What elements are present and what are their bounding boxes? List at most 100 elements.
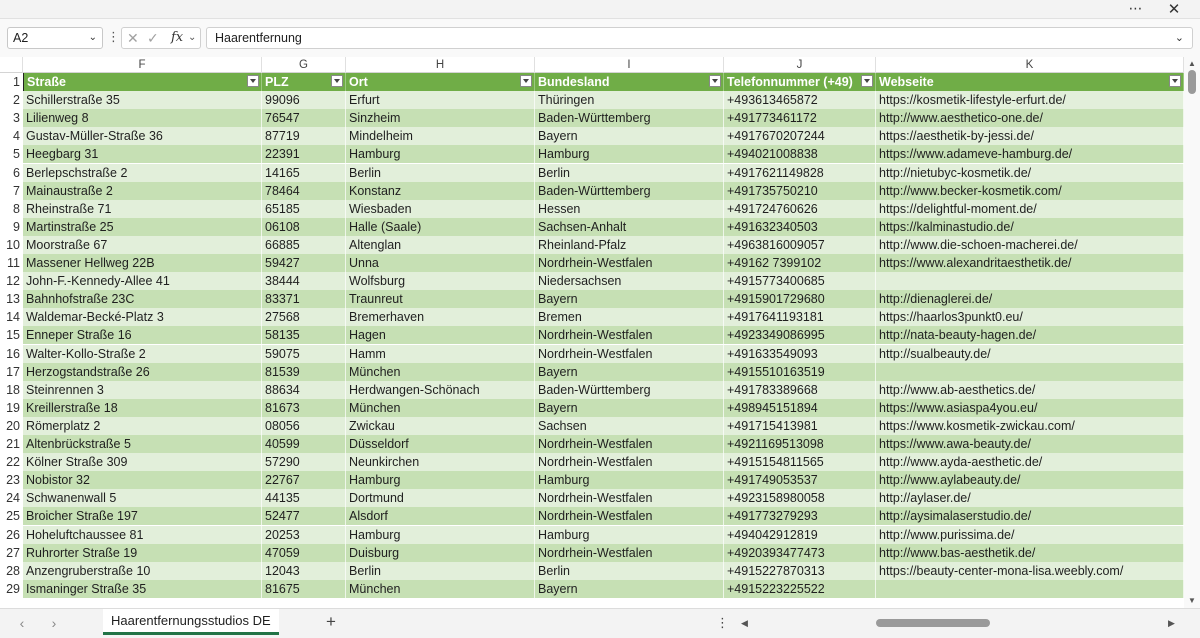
cell-F[interactable]: Anzengruberstraße 10 <box>23 561 262 580</box>
cell-J[interactable]: +491735750210 <box>724 181 876 200</box>
cell-I[interactable]: Nordrhein-Westfalen <box>535 507 724 526</box>
cell-H[interactable]: Hagen <box>346 326 535 345</box>
cell-G[interactable]: 59427 <box>262 254 346 273</box>
cell-K[interactable]: https://www.alexandritaesthetik.de/ <box>876 254 1184 273</box>
row-number[interactable]: 12 <box>0 272 23 291</box>
cell-J[interactable]: +49162 7399102 <box>724 254 876 273</box>
cell-H[interactable]: Halle (Saale) <box>346 217 535 236</box>
cell-H[interactable]: Konstanz <box>346 181 535 200</box>
row-number[interactable]: 1 <box>0 73 23 92</box>
cell-K[interactable]: http://nata-beauty-hagen.de/ <box>876 326 1184 345</box>
row-number[interactable]: 11 <box>0 254 23 273</box>
cell-H[interactable]: Berlin <box>346 561 535 580</box>
cell-K[interactable]: http://www.aesthetico-one.de/ <box>876 109 1184 128</box>
cell-I[interactable]: Rheinland-Pfalz <box>535 235 724 254</box>
cell-F[interactable]: Moorstraße 67 <box>23 235 262 254</box>
cell-F[interactable]: Herzogstandstraße 26 <box>23 362 262 381</box>
cell-I[interactable]: Hamburg <box>535 525 724 544</box>
row-number[interactable]: 14 <box>0 308 23 327</box>
row-number[interactable]: 28 <box>0 561 23 580</box>
row-number[interactable]: 13 <box>0 290 23 309</box>
cell-G[interactable]: 12043 <box>262 561 346 580</box>
cell-K[interactable]: http://www.purissima.de/ <box>876 525 1184 544</box>
header-cell-F[interactable]: Straße <box>23 73 262 92</box>
scroll-down-icon[interactable]: ▼ <box>1187 596 1197 606</box>
cell-G[interactable]: 81539 <box>262 362 346 381</box>
cell-K[interactable] <box>876 579 1184 598</box>
cell-F[interactable]: Steinrennen 3 <box>23 380 262 399</box>
cell-K[interactable]: http://sualbeauty.de/ <box>876 344 1184 363</box>
cell-G[interactable]: 14165 <box>262 163 346 182</box>
row-number[interactable]: 25 <box>0 507 23 526</box>
cell-J[interactable]: +4917621149828 <box>724 163 876 182</box>
cell-H[interactable]: Neunkirchen <box>346 453 535 472</box>
cell-G[interactable]: 81675 <box>262 579 346 598</box>
vertical-dots-icon[interactable]: ⋮ <box>107 28 120 48</box>
cell-J[interactable]: +4915154811565 <box>724 453 876 472</box>
cell-K[interactable]: https://www.adameve-hamburg.de/ <box>876 145 1184 164</box>
scroll-up-icon[interactable]: ▲ <box>1187 59 1197 69</box>
cell-F[interactable]: Lilienweg 8 <box>23 109 262 128</box>
cell-J[interactable]: +4917641193181 <box>724 308 876 327</box>
cell-G[interactable]: 81673 <box>262 398 346 417</box>
cell-J[interactable]: +491773461172 <box>724 109 876 128</box>
cell-G[interactable]: 65185 <box>262 199 346 218</box>
cell-H[interactable]: Hamburg <box>346 145 535 164</box>
column-header-K[interactable]: K <box>876 57 1184 73</box>
cell-I[interactable]: Bayern <box>535 290 724 309</box>
cell-J[interactable]: +4915227870313 <box>724 561 876 580</box>
previous-sheet-icon[interactable]: ‹ <box>14 614 30 632</box>
chevron-down-icon[interactable]: ⌄ <box>89 28 97 48</box>
cell-I[interactable]: Nordrhein-Westfalen <box>535 435 724 454</box>
cell-H[interactable]: München <box>346 398 535 417</box>
scroll-right-icon[interactable]: ▶ <box>1168 617 1178 629</box>
cell-H[interactable]: Altenglan <box>346 235 535 254</box>
cell-I[interactable]: Bayern <box>535 398 724 417</box>
cell-G[interactable]: 87719 <box>262 127 346 146</box>
cell-H[interactable]: Herdwangen-Schönach <box>346 380 535 399</box>
cell-I[interactable]: Baden-Württemberg <box>535 380 724 399</box>
cell-K[interactable]: http://www.ab-aesthetics.de/ <box>876 380 1184 399</box>
cell-K[interactable]: http://www.bas-aesthetik.de/ <box>876 543 1184 562</box>
row-number[interactable]: 22 <box>0 453 23 472</box>
cell-G[interactable]: 47059 <box>262 543 346 562</box>
cell-J[interactable]: +4920393477473 <box>724 543 876 562</box>
add-sheet-button[interactable]: + <box>322 612 340 632</box>
cell-G[interactable]: 52477 <box>262 507 346 526</box>
cell-I[interactable]: Nordrhein-Westfalen <box>535 489 724 508</box>
cell-K[interactable]: https://haarlos3punkt0.eu/ <box>876 308 1184 327</box>
column-header-G[interactable]: G <box>262 57 346 73</box>
cell-F[interactable]: Ruhrorter Straße 19 <box>23 543 262 562</box>
cell-H[interactable]: Wolfsburg <box>346 272 535 291</box>
cell-I[interactable]: Bayern <box>535 127 724 146</box>
cell-J[interactable]: +491633549093 <box>724 344 876 363</box>
select-all-corner[interactable] <box>0 57 23 73</box>
cell-I[interactable]: Bremen <box>535 308 724 327</box>
cell-F[interactable]: Walter-Kollo-Straße 2 <box>23 344 262 363</box>
cell-I[interactable]: Sachsen <box>535 416 724 435</box>
cell-J[interactable]: +4915901729680 <box>724 290 876 309</box>
cell-J[interactable]: +491773279293 <box>724 507 876 526</box>
cell-H[interactable]: Hamburg <box>346 525 535 544</box>
filter-dropdown-icon[interactable] <box>709 75 721 87</box>
cell-J[interactable]: +4915773400685 <box>724 272 876 291</box>
row-number[interactable]: 19 <box>0 398 23 417</box>
header-cell-H[interactable]: Ort <box>346 73 535 92</box>
cell-H[interactable]: Hamm <box>346 344 535 363</box>
more-horizontal-icon[interactable]: ⋯ <box>1124 0 1148 19</box>
filter-dropdown-icon[interactable] <box>520 75 532 87</box>
cell-H[interactable]: München <box>346 362 535 381</box>
column-header-F[interactable]: F <box>23 57 262 73</box>
cell-K[interactable]: https://delightful-moment.de/ <box>876 199 1184 218</box>
cell-F[interactable]: John-F.-Kennedy-Allee 41 <box>23 272 262 291</box>
cell-G[interactable]: 08056 <box>262 416 346 435</box>
row-number[interactable]: 15 <box>0 326 23 345</box>
cell-K[interactable]: http://dienaglerei.de/ <box>876 290 1184 309</box>
cell-K[interactable]: https://aesthetik-by-jessi.de/ <box>876 127 1184 146</box>
cell-F[interactable]: Nobistor 32 <box>23 471 262 490</box>
cell-G[interactable]: 88634 <box>262 380 346 399</box>
cell-F[interactable]: Hoheluftchaussee 81 <box>23 525 262 544</box>
cell-H[interactable]: Alsdorf <box>346 507 535 526</box>
cell-G[interactable]: 76547 <box>262 109 346 128</box>
cell-I[interactable]: Sachsen-Anhalt <box>535 217 724 236</box>
